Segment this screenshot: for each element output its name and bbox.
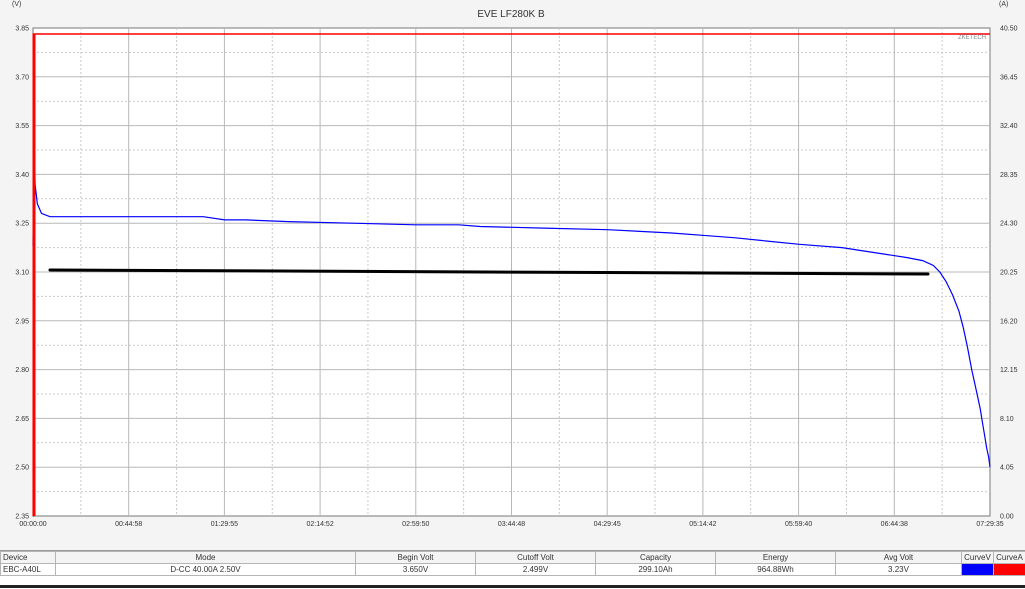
y-right-tick-label: 32.40 xyxy=(1000,123,1018,130)
y-left-tick-label: 3.10 xyxy=(15,270,29,277)
header-device: Device xyxy=(1,552,56,564)
x-tick-label: 05:59:40 xyxy=(785,521,812,528)
header-begin-volt: Begin Volt xyxy=(356,552,476,564)
y-left-tick-label: 2.50 xyxy=(15,465,29,472)
y-right-tick-label: 36.45 xyxy=(1000,74,1018,81)
x-tick-label: 05:14:42 xyxy=(689,521,716,528)
cell-device: EBC-A40L xyxy=(1,564,56,576)
y-left-tick-label: 3.40 xyxy=(15,172,29,179)
y-right-tick-label: 20.25 xyxy=(1000,270,1018,277)
cell-capacity: 299.10Ah xyxy=(596,564,716,576)
curve-a-color-swatch[interactable] xyxy=(994,564,1025,576)
y-left-tick-label: 3.70 xyxy=(15,74,29,81)
x-tick-label: 01:29:55 xyxy=(211,521,238,528)
discharge-chart: 3.85 3.70 3.55 3.40 3.25 3.10 2.95 2.80 2.65 2.50… xyxy=(0,0,1025,550)
x-tick-label: 04:29:45 xyxy=(594,521,621,528)
y-left-tick-label: 2.95 xyxy=(15,318,29,325)
header-curve-a: CurveA xyxy=(994,552,1025,564)
cell-begin-volt: 3.650V xyxy=(356,564,476,576)
x-tick-label: 00:00:00 xyxy=(19,521,46,528)
app-window: 3.85 3.70 3.55 3.40 3.25 3.10 2.95 2.80 2.65 2.50… xyxy=(0,0,1025,588)
curve-v-color-swatch[interactable] xyxy=(962,564,994,576)
y-left-tick-label: 3.55 xyxy=(15,123,29,130)
y-right-tick-label: 28.35 xyxy=(1000,172,1018,179)
y-right-tick-label: 40.50 xyxy=(1000,26,1018,33)
x-tick-label: 00:44:58 xyxy=(115,521,142,528)
y-right-tick-label: 8.10 xyxy=(1000,416,1014,423)
header-energy: Energy xyxy=(716,552,836,564)
y-right-tick-label: 4.05 xyxy=(1000,465,1014,472)
cell-avg-volt: 3.23V xyxy=(836,564,962,576)
y-right-tick-label: 12.15 xyxy=(1000,367,1018,374)
cell-energy: 964.88Wh xyxy=(716,564,836,576)
left-axis-unit: (V) xyxy=(12,1,21,8)
cell-cutoff-volt: 2.499V xyxy=(476,564,596,576)
y-left-tick-label: 2.80 xyxy=(15,367,29,374)
y-right-tick-label: 24.30 xyxy=(1000,221,1018,228)
x-tick-label: 07:29:35 xyxy=(976,521,1003,528)
x-tick-label: 02:14:52 xyxy=(306,521,333,528)
table-row[interactable]: EBC-A40L D-CC 40.00A 2.50V 3.650V 2.499V… xyxy=(1,564,1025,576)
x-tick-label: 02:59:50 xyxy=(402,521,429,528)
chart-title: EVE LF280K B xyxy=(477,9,545,20)
test-info-table: Device Mode Begin Volt Cutoff Volt Capac… xyxy=(0,550,1025,589)
header-mode: Mode xyxy=(56,552,356,564)
header-curve-v: CurveV xyxy=(962,552,994,564)
x-tick-label: 03:44:48 xyxy=(498,521,525,528)
cell-mode: D-CC 40.00A 2.50V xyxy=(56,564,356,576)
y-left-tick-label: 2.65 xyxy=(15,416,29,423)
y-left-tick-label: 3.85 xyxy=(15,26,29,33)
right-axis-unit: (A) xyxy=(999,1,1008,8)
x-tick-label: 06:44:38 xyxy=(881,521,908,528)
y-left-tick-label: 2.35 xyxy=(15,514,29,521)
header-avg-volt: Avg Volt xyxy=(836,552,962,564)
header-capacity: Capacity xyxy=(596,552,716,564)
header-cutoff-volt: Cutoff Volt xyxy=(476,552,596,564)
y-right-tick-label: 0.00 xyxy=(1000,514,1014,521)
y-left-tick-label: 3.25 xyxy=(15,221,29,228)
y-right-tick-label: 16.20 xyxy=(1000,318,1018,325)
brand-watermark: ZKETECH xyxy=(958,35,986,41)
